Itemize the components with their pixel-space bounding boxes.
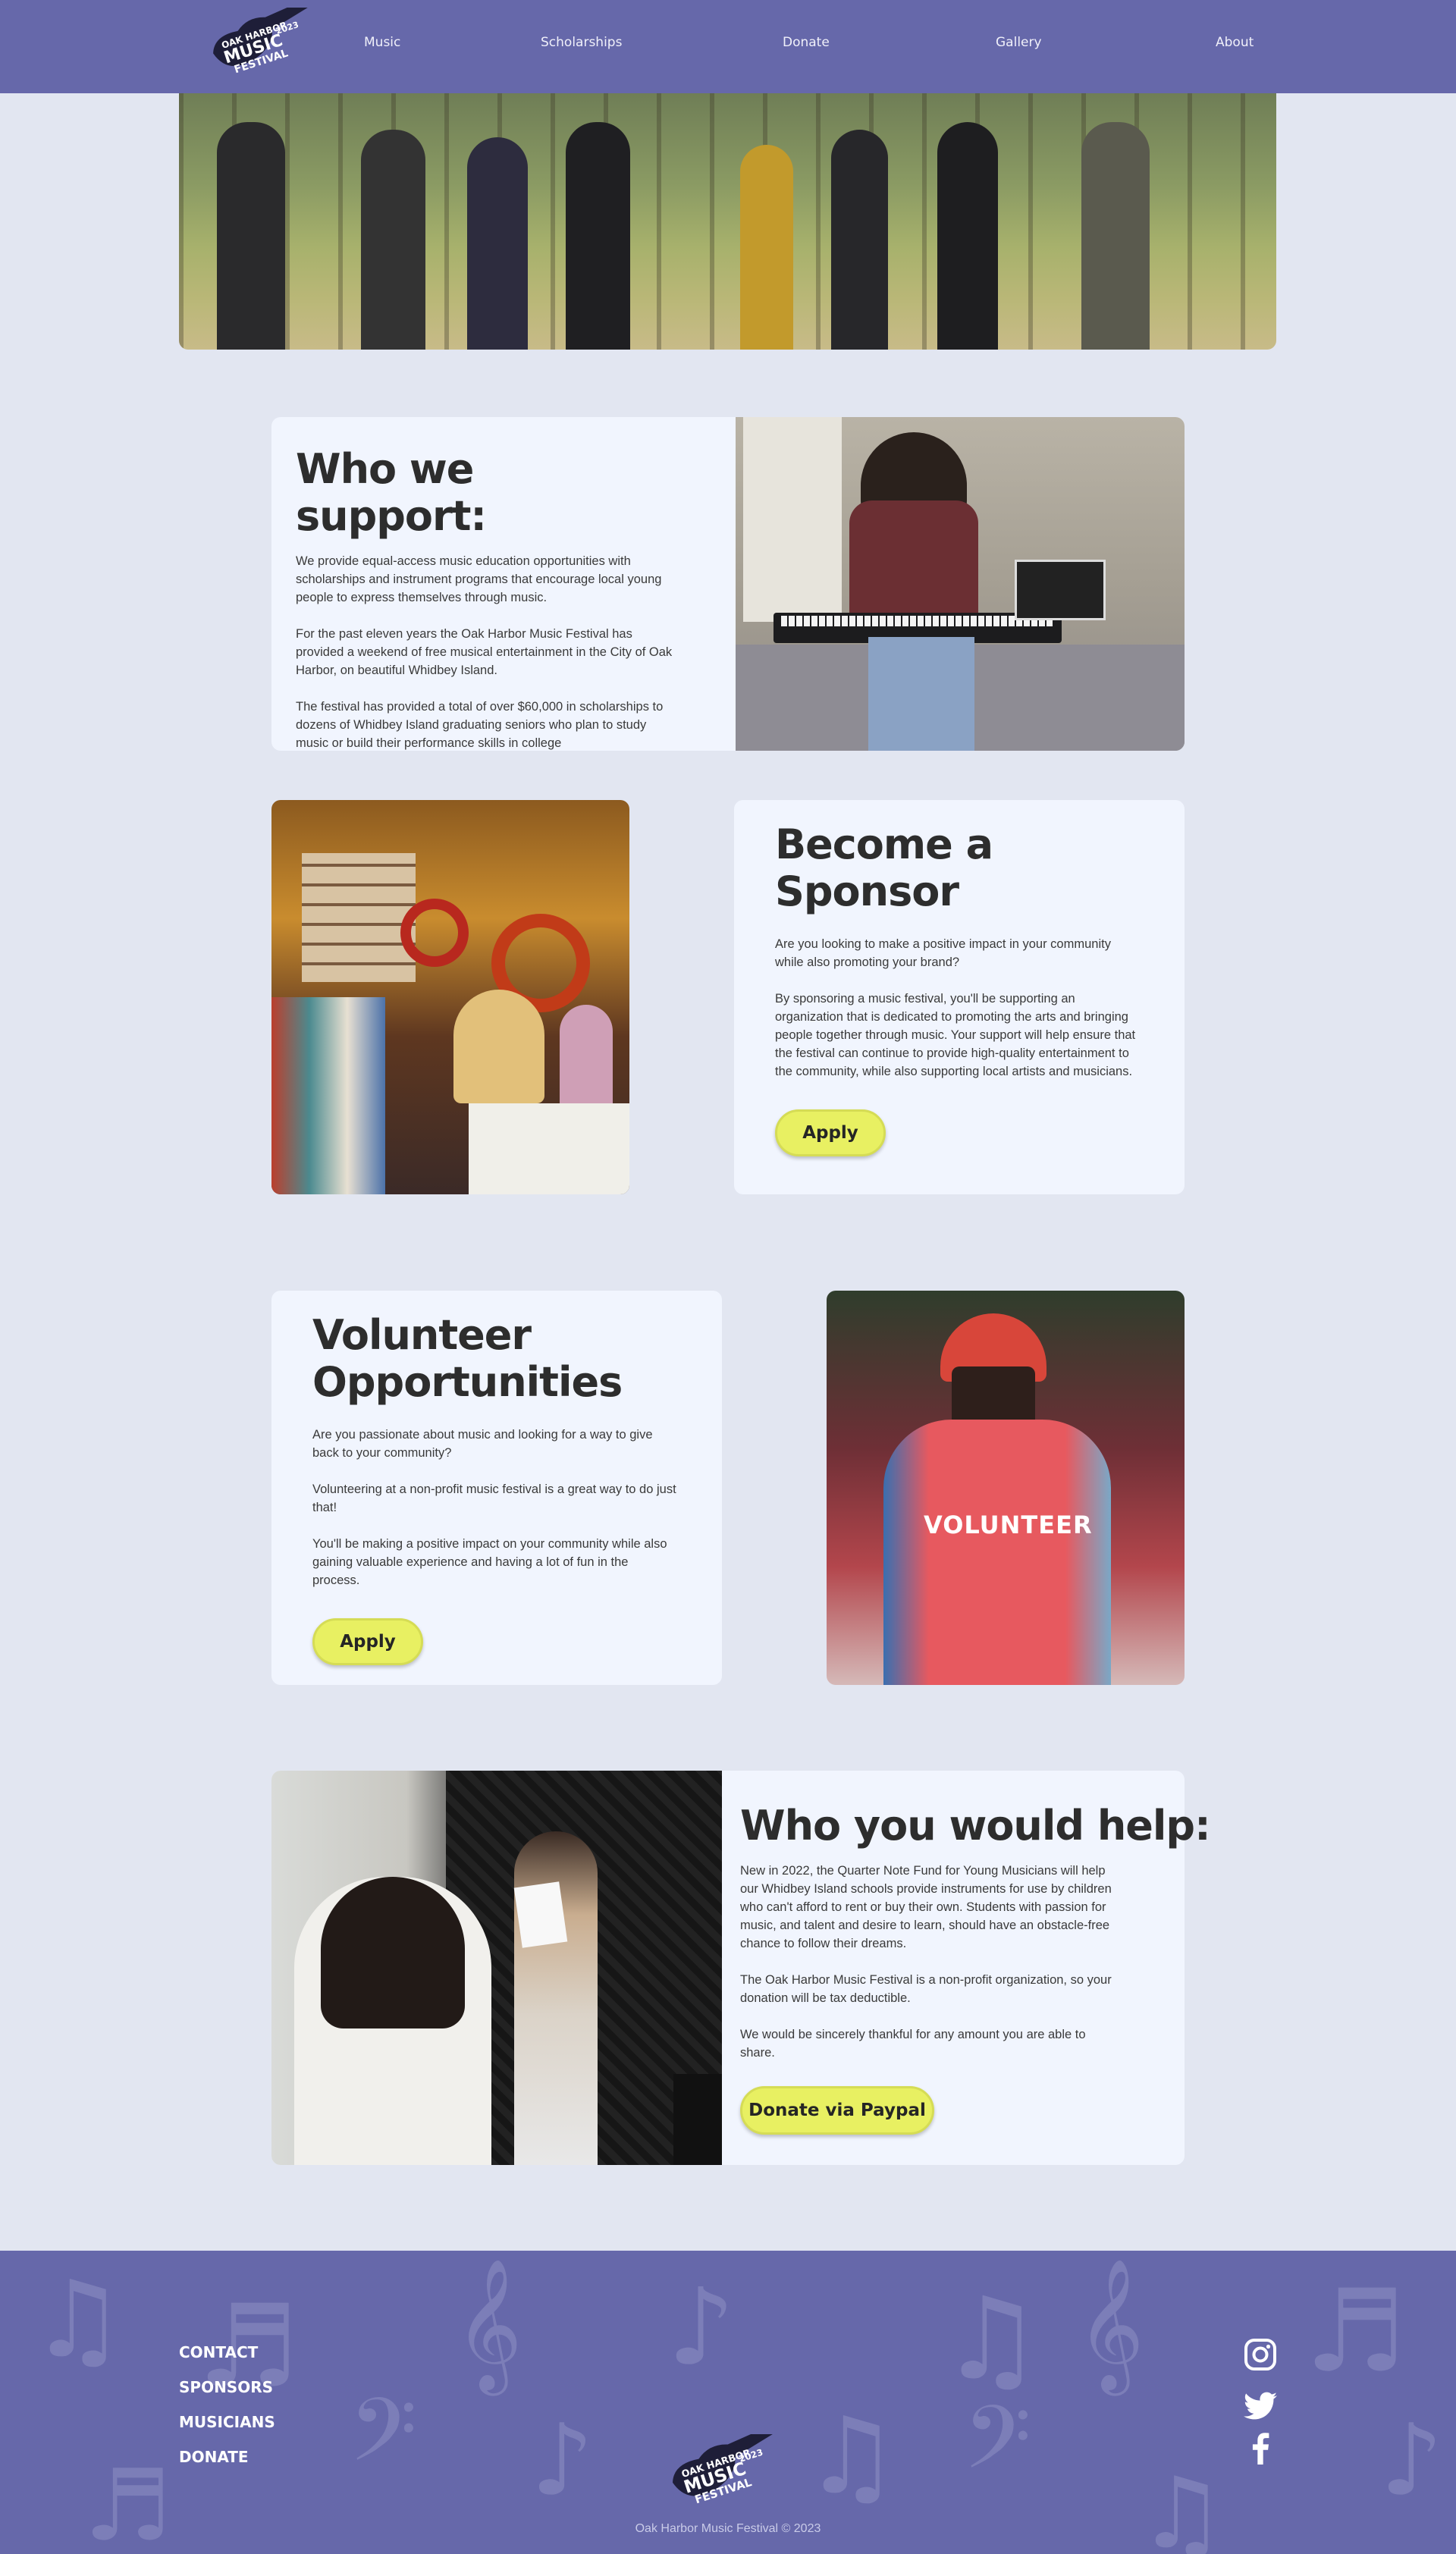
volunteer-card: Volunteer Opportunities Are you passiona… [271,1291,722,1685]
face-painting-photo [271,800,629,1194]
instagram-icon[interactable] [1244,2338,1277,2371]
twitter-icon[interactable] [1244,2392,1277,2421]
footer-link-donate[interactable]: DONATE [179,2448,249,2466]
footer-link-musicians[interactable]: MUSICIANS [179,2413,275,2431]
support-title: Who we support: [296,445,487,541]
sponsor-apply-button[interactable]: Apply [775,1109,886,1157]
support-card: Who we support: We provide equal-access … [271,417,1185,751]
footer-festival-logo[interactable]: OAK HARBOR MUSIC FESTIVAL 2023 [661,2425,798,2518]
footer-link-sponsors[interactable]: SPONSORS [179,2378,273,2396]
volunteer-photo: VOLUNTEER [827,1291,1185,1685]
nav-scholarships[interactable]: Scholarships [541,35,622,50]
music-note-decoration-icon: ♬ [1304,2266,1407,2398]
volunteer-paragraph: Are you passionate about music and looki… [312,1428,653,1461]
sponsor-title: Become a Sponsor [775,820,993,916]
music-note-decoration-icon: ♫ [804,2395,899,2518]
support-paragraph: For the past eleven years the Oak Harbor… [296,627,673,678]
guitar-logo-icon: OAK HARBOR MUSIC FESTIVAL 2023 [673,2425,777,2506]
volunteer-shirt-label: VOLUNTEER [924,1511,1093,1539]
sponsor-paragraph: By sponsoring a music festival, you'll b… [775,992,1136,1079]
music-note-decoration-icon: ♫ [30,2258,126,2382]
bass-clef-decoration-icon: 𝄢 [963,2387,1032,2511]
nav-about[interactable]: About [1216,35,1254,50]
music-note-decoration-icon: ♫ [940,2273,1043,2405]
help-paragraph: We would be sincerely thankful for any a… [740,2028,1086,2060]
music-note-decoration-icon: ♪ [531,2402,594,2518]
nav-gallery[interactable]: Gallery [996,35,1042,50]
help-card: Who you would help: New in 2022, the Qua… [271,1771,1211,2165]
festival-logo[interactable]: OAK HARBOR MUSIC FESTIVAL 2023 [206,0,328,86]
volunteer-paragraph: You'll be making a positive impact on yo… [312,1537,667,1588]
volunteer-title: Volunteer Opportunities [312,1311,623,1407]
sponsor-paragraph: Are you looking to make a positive impac… [775,937,1111,970]
donate-paypal-button[interactable]: Donate via Paypal [740,2086,934,2135]
sponsor-card: Become a Sponsor Are you looking to make… [734,800,1185,1194]
music-note-decoration-icon: ♪ [667,2266,736,2389]
hero-photo [179,93,1276,350]
support-paragraph: The festival has provided a total of ove… [296,700,664,751]
volunteer-paragraph: Volunteering at a non-profit music festi… [312,1483,676,1515]
guitar-logo-icon: OAK HARBOR MUSIC FESTIVAL 2023 [213,0,312,76]
help-paragraph: New in 2022, the Quarter Note Fund for Y… [740,1864,1112,1951]
nav-music[interactable]: Music [364,35,400,50]
copyright-text: Oak Harbor Music Festival © 2023 [635,2522,821,2535]
help-paragraph: The Oak Harbor Music Festival is a non-p… [740,1973,1112,2006]
nav-donate[interactable]: Donate [783,35,830,50]
treble-clef-decoration-icon: 𝄞 [1077,2258,1144,2390]
treble-clef-decoration-icon: 𝄞 [455,2258,522,2390]
music-note-decoration-icon: ♬ [83,2448,172,2554]
help-title: Who you would help: [740,1802,1211,1850]
music-note-decoration-icon: ♫ [1138,2455,1226,2554]
facebook-icon[interactable] [1244,2431,1277,2465]
violin-lesson-photo [271,1771,722,2165]
bass-clef-decoration-icon: 𝄢 [349,2380,418,2503]
site-header: OAK HARBOR MUSIC FESTIVAL 2023 Music Sch… [0,0,1456,93]
support-paragraph: We provide equal-access music education … [296,554,662,605]
piano-player-photo [736,417,1185,751]
footer-link-contact[interactable]: CONTACT [179,2343,258,2361]
volunteer-apply-button[interactable]: Apply [312,1618,423,1666]
music-note-decoration-icon: ♪ [1380,2402,1443,2518]
